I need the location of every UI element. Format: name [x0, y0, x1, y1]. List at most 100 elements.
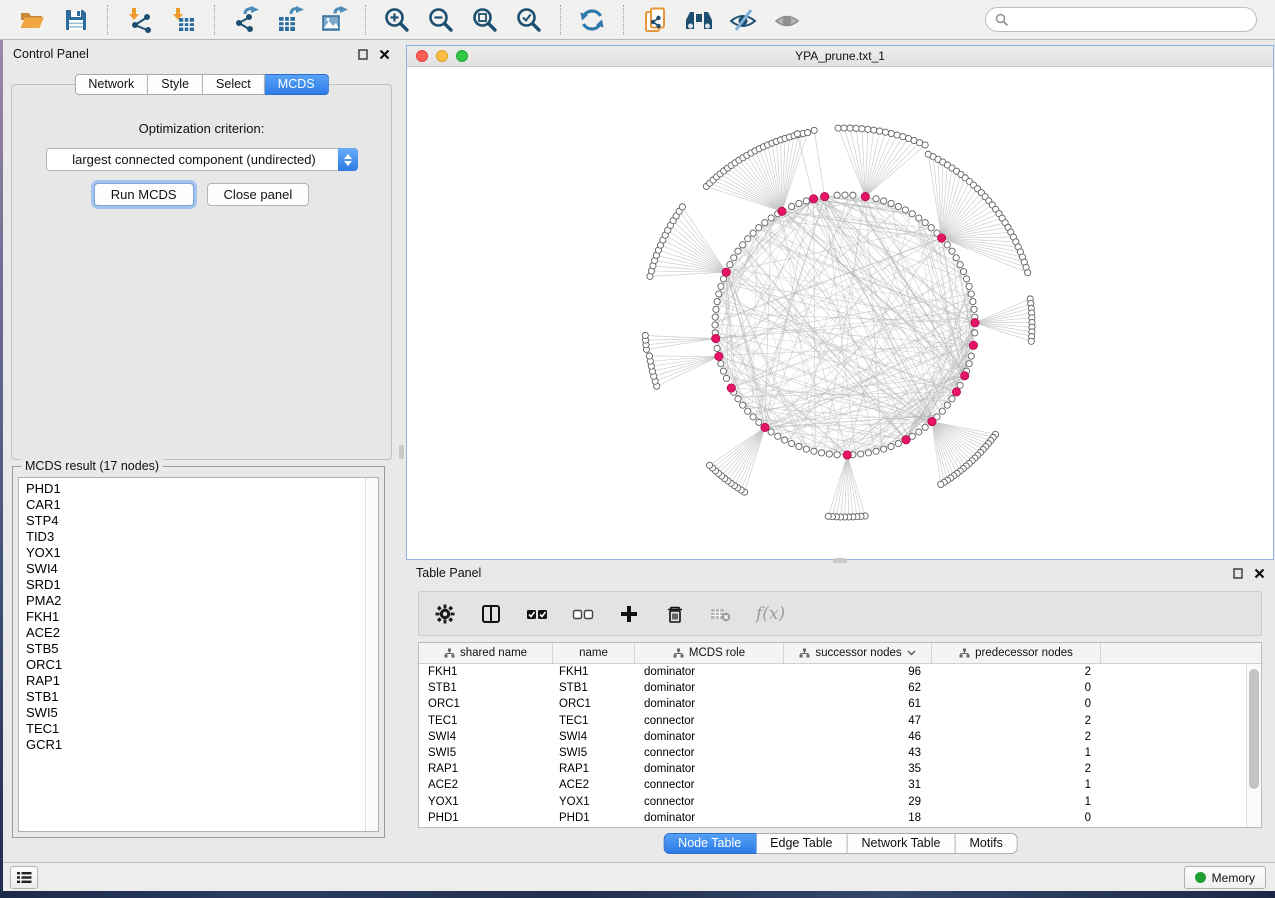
- mcds-result-title: MCDS result (17 nodes): [21, 459, 163, 473]
- table-row[interactable]: YOX1YOX1connector291: [419, 794, 1246, 810]
- mcds-result-item[interactable]: TID3: [19, 529, 378, 545]
- mcds-result-item[interactable]: FKH1: [19, 609, 378, 625]
- table-row[interactable]: ACE2ACE2connector311: [419, 777, 1246, 793]
- mcds-result-item[interactable]: ORC1: [19, 657, 378, 673]
- table-row[interactable]: SWI4SWI4dominator462: [419, 729, 1246, 745]
- mcds-result-item[interactable]: PHD1: [19, 481, 378, 497]
- cell-predecessor-nodes: 2: [932, 715, 1101, 727]
- tab-select[interactable]: Select: [203, 74, 265, 95]
- share-document-icon[interactable]: [640, 5, 670, 35]
- table-row[interactable]: TEC1TEC1connector472: [419, 713, 1246, 729]
- binoculars-icon[interactable]: [684, 5, 714, 35]
- zoom-out-icon[interactable]: [426, 5, 456, 35]
- column-header-name[interactable]: name: [553, 643, 635, 663]
- optimization-criterion-label: Optimization criterion:: [12, 121, 391, 136]
- table-row[interactable]: SWI5SWI5connector431: [419, 745, 1246, 761]
- table-row[interactable]: ORC1ORC1dominator610: [419, 696, 1246, 712]
- mcds-result-list[interactable]: PHD1CAR1STP4TID3YOX1SWI4SRD1PMA2FKH1ACE2…: [18, 477, 379, 832]
- zoom-selected-icon[interactable]: [514, 5, 544, 35]
- cell-successor-nodes: 46: [784, 731, 932, 743]
- search-field[interactable]: [985, 7, 1257, 32]
- column-header-predecessor-nodes[interactable]: predecessor nodes: [932, 643, 1101, 663]
- mcds-result-item[interactable]: STB1: [19, 689, 378, 705]
- hide-graphics-eye-icon[interactable]: [728, 5, 758, 35]
- zoom-fit-icon[interactable]: [470, 5, 500, 35]
- export-network-icon[interactable]: [231, 5, 261, 35]
- mcds-result-item[interactable]: ACE2: [19, 625, 378, 641]
- network-window-titlebar[interactable]: YPA_prune.txt_1: [407, 46, 1273, 67]
- table-panel-title: Table Panel: [416, 566, 481, 580]
- tab-edge-table[interactable]: Edge Table: [756, 833, 847, 854]
- table-row[interactable]: PHD1PHD1dominator180: [419, 810, 1246, 826]
- network-window-title: YPA_prune.txt_1: [407, 49, 1273, 63]
- deselect-all-checkboxes-icon[interactable]: [572, 603, 594, 625]
- show-panels-list-button[interactable]: [10, 866, 38, 889]
- tab-style[interactable]: Style: [148, 74, 203, 95]
- close-panel-icon[interactable]: [379, 49, 390, 60]
- delete-table-disabled-icon: [710, 603, 732, 625]
- toolbar-separator: [107, 5, 108, 35]
- table-row[interactable]: FKH1FKH1dominator962: [419, 664, 1246, 680]
- cell-mcds-role: dominator: [635, 812, 784, 824]
- add-column-icon[interactable]: [618, 603, 640, 625]
- run-mcds-button[interactable]: Run MCDS: [94, 183, 194, 206]
- cell-mcds-role: dominator: [635, 763, 784, 775]
- table-scrollbar-thumb[interactable]: [1249, 669, 1259, 789]
- mcds-result-item[interactable]: STP4: [19, 513, 378, 529]
- tab-network-table[interactable]: Network Table: [848, 833, 956, 854]
- vertical-splitter-handle[interactable]: [399, 445, 404, 459]
- import-table-icon[interactable]: [168, 5, 198, 35]
- table-row[interactable]: RAP1RAP1dominator352: [419, 761, 1246, 777]
- mcds-list-scrollbar[interactable]: [365, 478, 378, 831]
- import-network-icon[interactable]: [124, 5, 154, 35]
- mcds-result-item[interactable]: STB5: [19, 641, 378, 657]
- cell-predecessor-nodes: 1: [932, 779, 1101, 791]
- open-file-icon[interactable]: [17, 5, 47, 35]
- delete-column-trash-icon[interactable]: [664, 603, 686, 625]
- column-header-shared-name[interactable]: shared name: [419, 643, 553, 663]
- search-input[interactable]: [1009, 10, 1256, 30]
- tab-motifs[interactable]: Motifs: [955, 833, 1017, 854]
- node-table-body: FKH1FKH1dominator962STB1STB1dominator620…: [419, 664, 1246, 827]
- mcds-result-item[interactable]: RAP1: [19, 673, 378, 689]
- cell-successor-nodes: 31: [784, 779, 932, 791]
- column-header-successor-nodes[interactable]: successor nodes: [784, 643, 932, 663]
- cell-successor-nodes: 43: [784, 747, 932, 759]
- mcds-result-item[interactable]: SWI5: [19, 705, 378, 721]
- control-panel-tabs: Network Style Select MCDS: [74, 74, 328, 95]
- zoom-in-icon[interactable]: [382, 5, 412, 35]
- horizontal-splitter-handle[interactable]: [833, 558, 847, 563]
- dropdown-stepper-icon: [338, 148, 358, 171]
- mcds-result-item[interactable]: PMA2: [19, 593, 378, 609]
- tab-mcds[interactable]: MCDS: [265, 74, 329, 95]
- select-all-checkboxes-icon[interactable]: [526, 603, 548, 625]
- column-selector-icon[interactable]: [480, 603, 502, 625]
- export-image-icon[interactable]: [319, 5, 349, 35]
- mcds-result-item[interactable]: GCR1: [19, 737, 378, 753]
- mcds-result-item[interactable]: CAR1: [19, 497, 378, 513]
- network-canvas[interactable]: [407, 67, 1273, 559]
- close-panel-button[interactable]: Close panel: [207, 183, 310, 206]
- float-panel-icon[interactable]: [1233, 568, 1244, 579]
- mcds-result-item[interactable]: SWI4: [19, 561, 378, 577]
- export-table-icon[interactable]: [275, 5, 305, 35]
- tab-network[interactable]: Network: [74, 74, 148, 95]
- criterion-dropdown[interactable]: largest connected component (undirected): [46, 148, 358, 171]
- cell-name: TEC1: [553, 715, 635, 727]
- float-panel-icon[interactable]: [358, 49, 369, 60]
- cell-shared-name: RAP1: [419, 763, 553, 775]
- criterion-selected-value: largest connected component (undirected): [47, 152, 338, 167]
- memory-button[interactable]: Memory: [1184, 866, 1266, 889]
- table-settings-gear-icon[interactable]: [434, 603, 456, 625]
- table-row[interactable]: STB1STB1dominator620: [419, 680, 1246, 696]
- close-panel-icon[interactable]: [1254, 568, 1265, 579]
- cell-predecessor-nodes: 0: [932, 812, 1101, 824]
- mcds-result-item[interactable]: TEC1: [19, 721, 378, 737]
- table-scrollbar[interactable]: [1246, 664, 1261, 827]
- mcds-result-item[interactable]: YOX1: [19, 545, 378, 561]
- tab-node-table[interactable]: Node Table: [663, 833, 756, 854]
- mcds-result-item[interactable]: SRD1: [19, 577, 378, 593]
- save-session-icon[interactable]: [61, 5, 91, 35]
- refresh-view-icon[interactable]: [577, 5, 607, 35]
- column-header-mcds-role[interactable]: MCDS role: [635, 643, 784, 663]
